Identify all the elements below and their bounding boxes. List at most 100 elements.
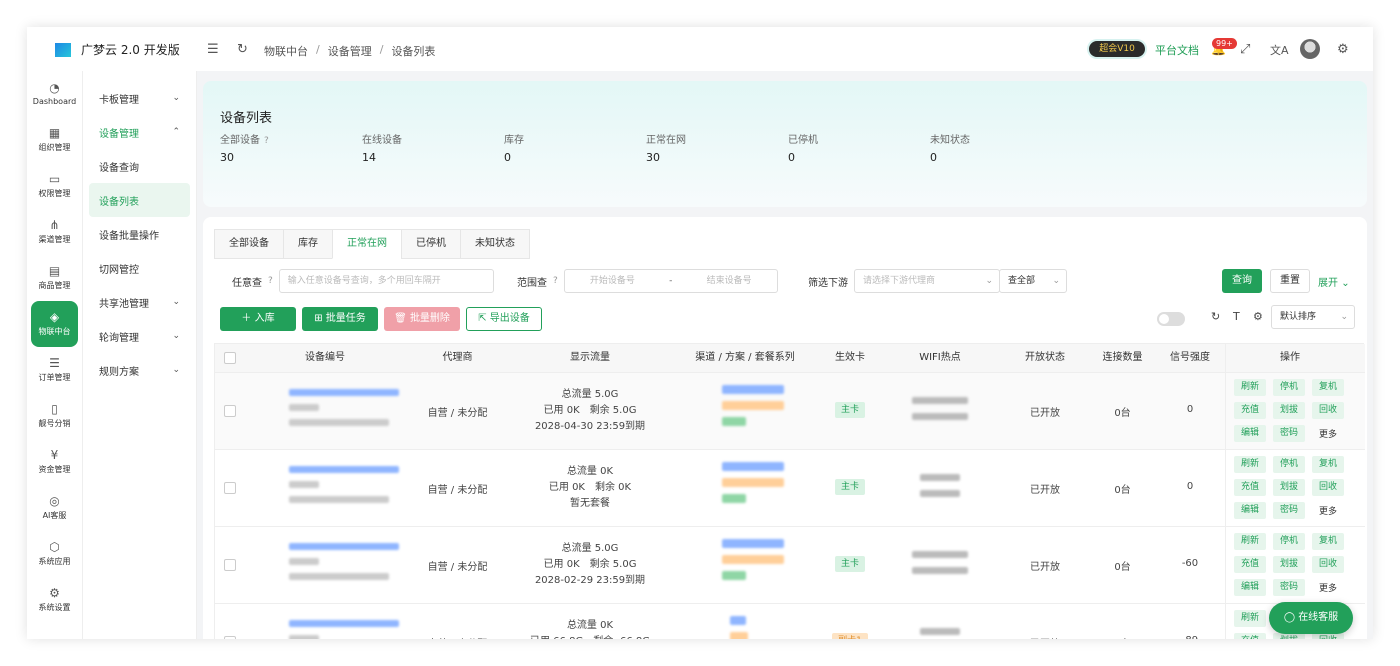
device-number[interactable] xyxy=(245,620,405,639)
op-button[interactable]: 回收 xyxy=(1312,479,1344,496)
table-row[interactable]: 自营 / 未分配 总流量 5.0G 已用 0K 剩余 5.0G 2028-02-29 … xyxy=(215,526,1365,604)
submenu-item[interactable]: 设备列表 xyxy=(89,183,190,217)
device-number[interactable] xyxy=(245,466,405,511)
rail-item[interactable]: ⋔ 渠道管理 xyxy=(27,209,82,255)
op-button[interactable]: 复机 xyxy=(1312,379,1344,396)
op-button[interactable]: 刷新 xyxy=(1234,610,1266,627)
vip-badge[interactable]: 超会V10 xyxy=(1089,41,1145,57)
batch-delete-button[interactable]: 🗑 批量删除 xyxy=(384,307,460,331)
op-button[interactable]: 充值 xyxy=(1234,479,1266,496)
batch-task-button[interactable]: ⊞ 批量任务 xyxy=(302,307,378,331)
online-service-button[interactable]: ◯ 在线客服 xyxy=(1269,602,1353,634)
submenu-item[interactable]: 规则方案 ⌄ xyxy=(83,353,196,387)
doc-link[interactable]: 平台文档 xyxy=(1155,42,1199,58)
text-size-icon[interactable]: T xyxy=(1233,310,1240,323)
op-button[interactable]: 回收 xyxy=(1312,556,1344,573)
translate-icon[interactable]: 文A xyxy=(1270,42,1289,58)
tab-3[interactable]: 正常在网 xyxy=(332,229,402,259)
scope-select[interactable]: 查全部 ⌄ xyxy=(999,269,1067,293)
sort-select[interactable]: 默认排序 ⌄ xyxy=(1271,305,1355,329)
rail-item[interactable]: ▦ 组织管理 xyxy=(27,117,82,163)
any-query-input[interactable]: 输入任意设备号查询，多个用回车隔开 xyxy=(278,269,494,293)
op-button[interactable]: 复机 xyxy=(1312,456,1344,473)
range-start-input[interactable]: 开始设备号 xyxy=(590,270,635,292)
op-button[interactable]: 停机 xyxy=(1273,533,1305,550)
rail-item[interactable]: ⬡ 系统应用 xyxy=(27,531,82,577)
menu-fold-icon[interactable]: ☰ xyxy=(207,42,219,57)
submenu-item[interactable]: 轮询管理 ⌄ xyxy=(83,319,196,353)
column-settings-icon[interactable]: ⚙ xyxy=(1253,310,1263,323)
op-button[interactable]: 密码 xyxy=(1273,425,1305,442)
table-row[interactable]: 自营 / 未分配总流量 0K已用 66.8G 剩余 -66.8G已到期副卡1已开… xyxy=(215,603,1365,639)
op-button[interactable]: 编辑 xyxy=(1234,502,1266,519)
search-button[interactable]: 查询 xyxy=(1222,269,1262,293)
tab-2[interactable]: 库存 xyxy=(283,229,333,259)
op-button[interactable]: 划拔 xyxy=(1273,556,1305,573)
rail-item[interactable]: ▤ 商品管理 xyxy=(27,255,82,301)
add-device-button[interactable]: ＋ 入库 xyxy=(220,307,296,331)
rail-item[interactable]: ▯ 靓号分销 xyxy=(27,393,82,439)
op-button[interactable]: 停机 xyxy=(1273,379,1305,396)
rail-item[interactable]: ⚙ 系统设置 xyxy=(27,577,82,623)
refresh-icon[interactable]: ↻ xyxy=(1211,310,1220,323)
tab-1[interactable]: 全部设备 xyxy=(214,229,284,259)
more-button[interactable]: 更多 xyxy=(1319,427,1337,440)
op-button[interactable]: 编辑 xyxy=(1234,425,1266,442)
rail-item[interactable]: ☰ 订单管理 xyxy=(27,347,82,393)
more-button[interactable]: 更多 xyxy=(1319,504,1337,517)
row-checkbox[interactable] xyxy=(224,636,236,639)
submenu-item[interactable]: 切网管控 xyxy=(83,251,196,285)
op-button[interactable]: 回收 xyxy=(1312,402,1344,419)
breadcrumb-item[interactable]: 设备管理 xyxy=(328,43,372,59)
row-checkbox[interactable] xyxy=(224,559,236,571)
more-button[interactable]: 更多 xyxy=(1319,581,1337,594)
rail-item[interactable]: ◈ 物联中台 xyxy=(31,301,78,347)
view-toggle[interactable] xyxy=(1157,312,1185,326)
rail-item[interactable]: ¥ 资金管理 xyxy=(27,439,82,485)
table-row[interactable]: 自营 / 未分配 总流量 5.0G 已用 0K 剩余 5.0G 2028-04-30 … xyxy=(215,372,1365,450)
submenu-item[interactable]: 设备批量操作 xyxy=(83,217,196,251)
range-end-input[interactable]: 结束设备号 xyxy=(707,270,752,292)
rail-item[interactable]: ◎ AI客服 xyxy=(27,485,82,531)
op-button[interactable]: 编辑 xyxy=(1234,579,1266,596)
tab-4[interactable]: 已停机 xyxy=(401,229,461,259)
avatar[interactable] xyxy=(1300,39,1320,59)
rail-item[interactable]: ◔ Dashboard xyxy=(27,71,82,117)
device-number[interactable] xyxy=(245,389,405,434)
rail-item[interactable]: ▭ 权限管理 xyxy=(27,163,82,209)
downstream-select[interactable]: 请选择下游代理商 ⌄ xyxy=(854,269,1000,293)
op-button[interactable]: 刷新 xyxy=(1234,533,1266,550)
op-button[interactable]: 刷新 xyxy=(1234,379,1266,396)
select-all-checkbox[interactable] xyxy=(224,352,236,364)
op-button[interactable]: 密码 xyxy=(1273,502,1305,519)
help-icon[interactable]: ? xyxy=(264,136,269,146)
fullscreen-icon[interactable]: ⤢ xyxy=(1240,42,1250,57)
breadcrumb-item[interactable]: 物联中台 xyxy=(264,43,308,59)
submenu-item[interactable]: 设备查询 xyxy=(83,149,196,183)
submenu-item[interactable]: 共享池管理 ⌄ xyxy=(83,285,196,319)
op-button[interactable]: 充值 xyxy=(1234,556,1266,573)
op-button[interactable]: 充值 xyxy=(1234,633,1266,639)
row-checkbox[interactable] xyxy=(224,405,236,417)
range-input[interactable]: 开始设备号 - 结束设备号 xyxy=(563,269,778,293)
settings-icon[interactable]: ⚙ xyxy=(1337,42,1349,57)
op-button[interactable]: 划拔 xyxy=(1273,402,1305,419)
submenu-item[interactable]: 卡板管理 ⌄ xyxy=(83,81,196,115)
op-button[interactable]: 刷新 xyxy=(1234,456,1266,473)
op-button[interactable]: 充值 xyxy=(1234,402,1266,419)
tab-5[interactable]: 未知状态 xyxy=(460,229,530,259)
op-button[interactable]: 划拔 xyxy=(1273,479,1305,496)
expand-link[interactable]: 展开 ⌄ xyxy=(1318,274,1350,289)
help-icon[interactable]: ? xyxy=(268,276,273,286)
table-row[interactable]: 自营 / 未分配 总流量 0K 已用 0K 剩余 0K 暂无套餐 主卡 已开放 0台 0 刷新停… xyxy=(215,449,1365,527)
reset-button[interactable]: 重置 xyxy=(1270,269,1310,293)
device-number[interactable] xyxy=(245,543,405,588)
row-checkbox[interactable] xyxy=(224,482,236,494)
help-icon[interactable]: ? xyxy=(553,276,558,286)
op-button[interactable]: 停机 xyxy=(1273,456,1305,473)
export-button[interactable]: ⇱ 导出设备 xyxy=(466,307,542,331)
op-button[interactable]: 复机 xyxy=(1312,533,1344,550)
submenu-item[interactable]: 设备管理 ⌃ xyxy=(83,115,196,149)
op-button[interactable]: 密码 xyxy=(1273,579,1305,596)
refresh-icon[interactable]: ↻ xyxy=(237,42,248,57)
